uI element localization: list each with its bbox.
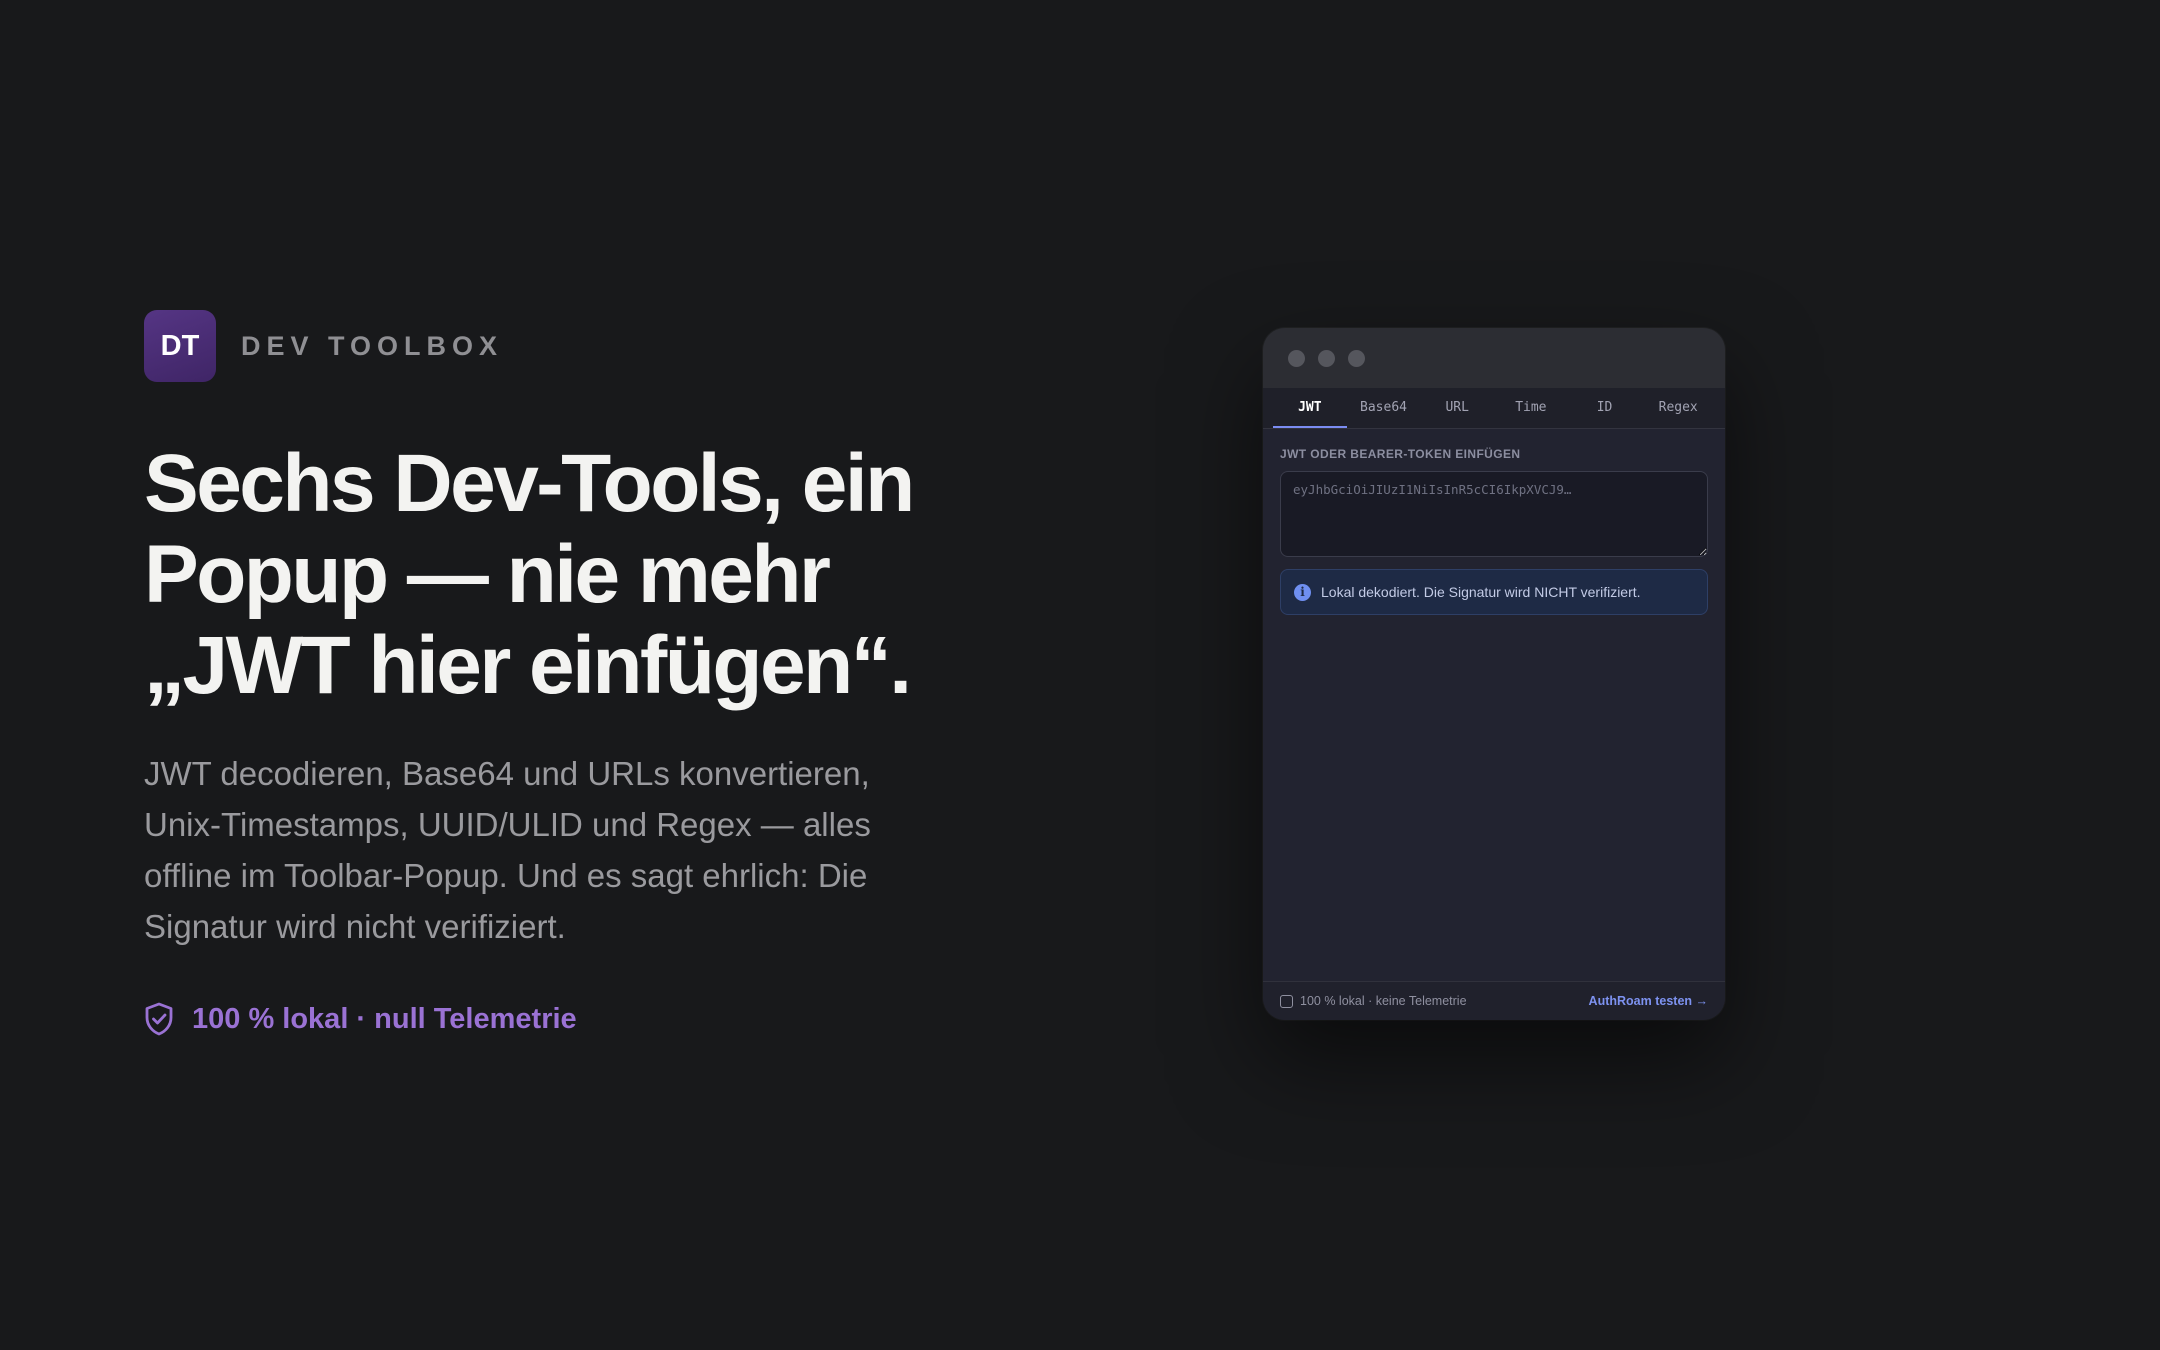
brand-logo: DT	[144, 310, 216, 382]
lead-line: Signatur wird nicht verifiziert.	[144, 908, 566, 945]
trust-text: 100 % lokal · null Telemetrie	[192, 1002, 577, 1035]
headline-line: Sechs Dev-Tools, ein	[144, 438, 915, 529]
popup-footer: 100 % lokal · keine Telemetrie AuthRoam …	[1263, 981, 1725, 1020]
token-field-label: JWT ODER BEARER-TOKEN EINFÜGEN	[1280, 447, 1521, 461]
headline-line: Popup — nie mehr	[144, 529, 831, 620]
authroam-link[interactable]: AuthRoam testen →	[1589, 994, 1708, 1008]
tab-id[interactable]: ID	[1568, 388, 1642, 428]
trust-badge: 100 % lokal · null Telemetrie	[144, 1002, 577, 1036]
telemetry-option[interactable]: 100 % lokal · keine Telemetrie	[1280, 994, 1467, 1008]
window-close-dot[interactable]	[1288, 349, 1305, 367]
headline-line: „JWT hier einfügen“.	[144, 620, 912, 711]
window-titlebar	[1263, 328, 1725, 388]
telemetry-checkbox[interactable]	[1280, 994, 1293, 1008]
tab-jwt[interactable]: JWT	[1273, 388, 1347, 428]
info-icon: i	[1294, 583, 1311, 601]
local-decode-notice: i Lokal dekodiert. Die Signatur wird NIC…	[1280, 569, 1708, 615]
tab-base64[interactable]: Base64	[1347, 388, 1421, 428]
window-minimize-dot[interactable]	[1318, 349, 1335, 367]
token-input[interactable]	[1280, 471, 1708, 557]
telemetry-label: 100 % lokal · keine Telemetrie	[1300, 994, 1467, 1008]
shield-check-icon	[145, 1002, 173, 1036]
lead-line: JWT decodieren, Base64 und URLs konverti…	[144, 755, 870, 792]
window-zoom-dot[interactable]	[1348, 349, 1365, 367]
tab-url[interactable]: URL	[1420, 388, 1494, 428]
tab-time[interactable]: Time	[1494, 388, 1568, 428]
lead-line: Unix-Timestamps, UUID/ULID und Regex — a…	[144, 806, 871, 843]
tab-regex[interactable]: Regex	[1641, 388, 1715, 428]
jwt-panel: JWT ODER BEARER-TOKEN EINFÜGEN i Lokal d…	[1263, 429, 1725, 615]
notice-text: Lokal dekodiert. Die Signatur wird NICHT…	[1321, 584, 1641, 600]
lead-line: offline im Toolbar-Popup. Und es sagt eh…	[144, 857, 868, 894]
brand: DT DEV TOOLBOX	[144, 310, 503, 382]
hero-lead: JWT decodieren, Base64 und URLs konverti…	[144, 748, 904, 952]
tool-tabs: JWT Base64 URL Time ID Regex	[1263, 388, 1725, 429]
extension-popup: JWT Base64 URL Time ID Regex JWT ODER BE…	[1263, 328, 1725, 1020]
hero-headline: Sechs Dev-Tools, ein Popup — nie mehr „J…	[144, 438, 964, 711]
brand-name: DEV TOOLBOX	[241, 330, 504, 361]
